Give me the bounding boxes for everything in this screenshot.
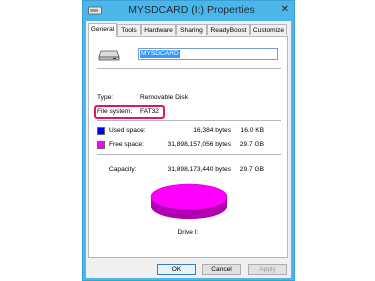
separator [97,154,281,155]
capacity-label: Capacity: [109,166,137,173]
separator [97,120,281,121]
tab-general[interactable]: General [88,23,117,37]
used-space-bytes: 16,384 bytes [193,127,231,134]
tab-readyboost[interactable]: ReadyBoost [207,24,250,35]
properties-window: MYSDCARD (I:) Properties ✕ General Tools… [82,0,295,281]
dialog-body: General Tools Hardware Sharing ReadyBoos… [86,21,291,278]
tab-hardware[interactable]: Hardware [141,24,176,35]
cancel-button[interactable]: Cancel [202,264,241,275]
free-space-bytes: 31,898,157,056 bytes [167,141,231,148]
type-value: Removable Disk [140,94,189,101]
tab-tools[interactable]: Tools [117,24,141,35]
free-space-size: 29.7 GB [239,141,264,148]
used-space-size: 16.0 KB [240,127,264,134]
used-space-swatch [97,127,105,135]
tab-customize[interactable]: Customize [250,24,287,35]
disk-usage-pie [150,183,228,219]
drive-name-text: MYSDCARD [140,50,180,58]
type-label: Type: [97,94,114,101]
drive-caption: Drive I: [177,229,199,236]
separator [97,68,281,69]
close-icon[interactable]: ✕ [281,4,289,15]
tab-sharing[interactable]: Sharing [176,24,207,35]
capacity-bytes: 31,898,173,440 bytes [167,166,231,173]
removable-drive-icon [98,50,120,61]
ok-button[interactable]: OK [157,264,196,275]
general-panel: MYSDCARD Type: Removable Disk File syste… [88,36,288,258]
drive-name-input[interactable]: MYSDCARD [138,48,278,60]
drive-icon [88,6,102,15]
file-system-value: FAT32 [140,108,159,115]
apply-button[interactable]: Apply [248,264,287,275]
free-space-swatch [97,141,105,149]
title-bar[interactable]: MYSDCARD (I:) Properties ✕ [83,1,294,21]
used-space-label: Used space: [109,127,146,134]
free-space-pie-top [150,183,228,211]
file-system-label: File system: [97,108,133,115]
capacity-size: 29.7 GB [239,166,264,173]
window-title: MYSDCARD (I:) Properties [128,4,255,16]
free-space-label: Free space: [109,141,144,148]
